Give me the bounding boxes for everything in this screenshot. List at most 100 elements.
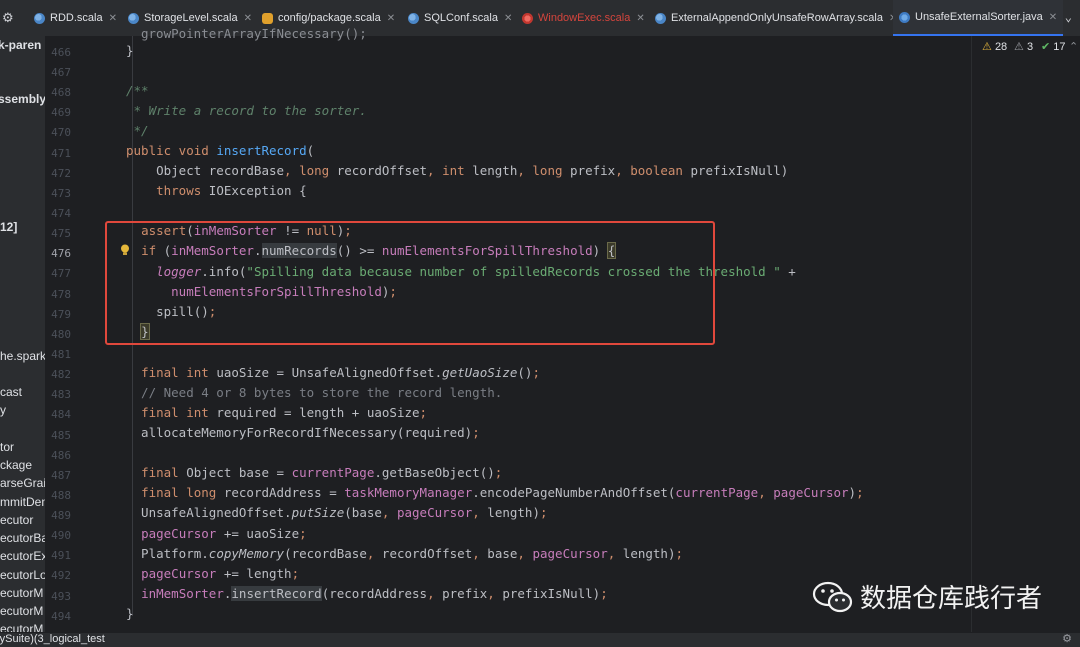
project-item[interactable]: ecutorEx [0, 549, 45, 563]
line-number-gutter[interactable]: 466 467 468 469 470 471 472 473 474 475 … [45, 36, 101, 632]
warning-icon: ⚠ [982, 41, 992, 53]
doc-comment-line: * Write a record to the sorter. [126, 103, 367, 118]
project-item[interactable]: he.spark [0, 349, 45, 363]
tab-label: RDD.scala [50, 12, 103, 24]
gear-icon[interactable]: ⚙ [1062, 632, 1072, 645]
project-item[interactable]: ecutor [0, 513, 33, 527]
code-line: final int uaoSize = UnsafeAlignedOffset.… [141, 365, 540, 380]
line-number: 474 [51, 207, 71, 220]
tab-label: UnsafeExternalSorter.java [915, 11, 1043, 23]
code-line: } [126, 606, 134, 621]
tab-windowexec-scala[interactable]: WindowExec.scala ✕ [522, 0, 645, 36]
project-item[interactable]: ssembly_ [0, 92, 45, 106]
scala-file-icon [34, 12, 45, 24]
line-number: 483 [51, 388, 71, 401]
line-number: 489 [51, 509, 71, 522]
line-number: 468 [51, 86, 71, 99]
code-line: final Object base = currentPage.getBaseO… [141, 465, 503, 480]
project-item[interactable]: k-paren [0, 38, 41, 52]
line-number: 472 [51, 167, 71, 180]
package-file-icon [262, 12, 273, 24]
line-number: 494 [51, 610, 71, 623]
close-icon[interactable]: ✕ [387, 13, 395, 24]
line-number: 492 [51, 569, 71, 582]
line-number: 471 [51, 147, 71, 160]
tab-label: SQLConf.scala [424, 12, 498, 24]
warnings-count[interactable]: ⚠ 28 [982, 40, 1007, 53]
doc-comment-line: */ [126, 123, 149, 138]
code-line: Platform.copyMemory(recordBase, recordOf… [126, 546, 684, 561]
code-line: pageCursor += uaoSize; [141, 526, 307, 541]
code-line: final int required = length + uaoSize; [141, 405, 428, 420]
project-item[interactable]: 12] [0, 220, 17, 234]
tab-rdd-scala[interactable]: RDD.scala ✕ [34, 0, 117, 36]
code-line: public void insertRecord( [126, 143, 315, 158]
doc-comment-line: /** [126, 83, 149, 98]
line-number-current: 476 [51, 247, 71, 260]
line-number: 482 [51, 368, 71, 381]
project-item[interactable]: tor [0, 440, 14, 454]
bottom-bar: rySuite)(3_logical_test ⚙ [0, 632, 1080, 647]
line-number: 475 [51, 227, 71, 240]
scala-file-icon [408, 12, 419, 24]
line-number: 490 [51, 529, 71, 542]
comment-line: // Need 4 or 8 bytes to store the record… [126, 385, 503, 400]
line-number: 488 [51, 489, 71, 502]
line-number: 487 [51, 469, 71, 482]
wechat-logo-icon [812, 581, 853, 612]
code-line: final long recordAddress = taskMemoryMan… [141, 485, 864, 500]
line-number: 467 [51, 66, 71, 79]
line-number: 480 [51, 328, 71, 341]
code-line: allocateMemoryForRecordIfNecessary(requi… [126, 425, 480, 440]
tab-externalappendonly-scala[interactable]: ExternalAppendOnlyUnsafeRowArray.scala ✕ [655, 0, 897, 36]
inspection-strip: ⚠ 28 ⚠ 3 ✔ 17 ⌃ [971, 36, 1080, 632]
line-number: 484 [51, 408, 71, 421]
project-item[interactable]: ecutorBa [0, 531, 45, 545]
gear-icon[interactable]: ⚙ [2, 11, 14, 26]
highlight-box [105, 221, 715, 345]
tab-label: ExternalAppendOnlyUnsafeRowArray.scala [671, 12, 883, 24]
project-item[interactable]: ecutorLo [0, 568, 45, 582]
scala-file-icon [128, 12, 139, 24]
scala-file-icon [655, 12, 666, 24]
line-number: 486 [51, 449, 71, 462]
tab-label: config/package.scala [278, 12, 381, 24]
close-icon[interactable]: ✕ [109, 13, 117, 24]
line-number: 473 [51, 187, 71, 200]
weak-warnings-count[interactable]: ⚠ 3 [1014, 40, 1033, 53]
project-item[interactable]: cast [0, 385, 22, 399]
chevron-up-icon[interactable]: ⌃ [1069, 40, 1078, 53]
close-icon[interactable]: ✕ [636, 13, 644, 24]
close-icon[interactable]: ✕ [504, 13, 512, 24]
line-number: 493 [51, 590, 71, 603]
project-item[interactable]: arseGrai [0, 476, 45, 490]
project-item[interactable]: ecutorM [0, 586, 43, 600]
code-line: pageCursor += length; [141, 566, 300, 581]
java-file-icon [899, 11, 910, 23]
close-icon[interactable]: ✕ [244, 13, 252, 24]
close-icon[interactable]: ✕ [1049, 12, 1057, 23]
line-number: 477 [51, 267, 71, 280]
project-item[interactable]: ckage [0, 458, 32, 472]
code-line: } [126, 43, 134, 58]
project-item[interactable]: y [0, 403, 6, 417]
check-icon: ✔ [1041, 41, 1051, 53]
code-line: throws IOException { [156, 183, 307, 198]
typos-count[interactable]: ✔ 17 [1041, 40, 1066, 53]
line-number: 469 [51, 106, 71, 119]
project-item[interactable]: mmitDen [0, 495, 45, 509]
project-panel: k-paren ssembly_ 12] he.spark cast y tor… [0, 36, 46, 646]
line-number: 470 [51, 126, 71, 139]
line-number: 466 [51, 46, 71, 59]
code-line: growPointerArrayIfNecessary(); [141, 26, 367, 41]
line-number: 478 [51, 288, 71, 301]
tab-label: StorageLevel.scala [144, 12, 238, 24]
project-item[interactable]: ecutorM [0, 604, 43, 618]
line-number: 481 [51, 348, 71, 361]
code-line: Object recordBase, long recordOffset, in… [126, 163, 789, 178]
chevron-down-icon[interactable]: ⌄ [1065, 10, 1072, 24]
run-config-label[interactable]: rySuite)(3_logical_test [0, 633, 105, 645]
tab-unsafeexternalsorter-java[interactable]: UnsafeExternalSorter.java ✕ [893, 0, 1064, 36]
line-number: 491 [51, 549, 71, 562]
tab-sqlconf-scala[interactable]: SQLConf.scala ✕ [408, 0, 512, 36]
